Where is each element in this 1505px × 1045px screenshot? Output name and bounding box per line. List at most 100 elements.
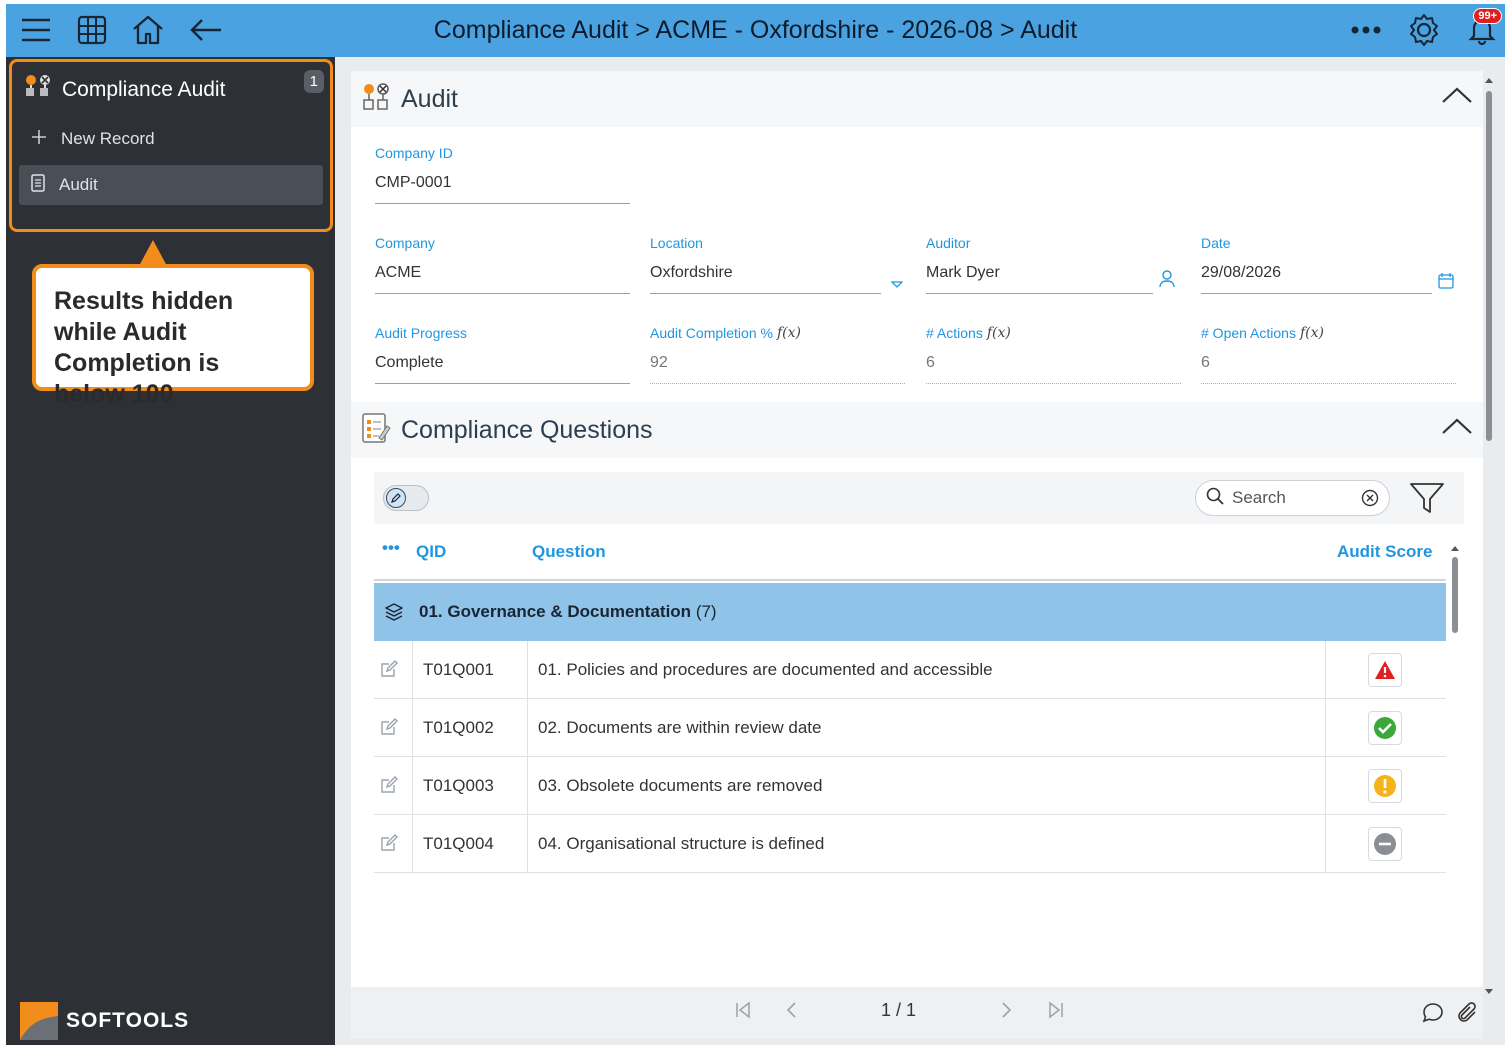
field-value[interactable]: CMP-0001 [375, 162, 630, 204]
top-bar: Compliance Audit > ACME - Oxfordshire - … [6, 4, 1505, 57]
app-name: Compliance Audit [62, 78, 226, 101]
next-page-icon[interactable] [1001, 1001, 1013, 1024]
audit-app-icon [24, 74, 52, 106]
search-icon [1206, 487, 1224, 510]
back-arrow-icon[interactable] [188, 12, 224, 48]
previous-page-icon[interactable] [785, 1001, 797, 1024]
home-icon[interactable] [130, 12, 166, 48]
field-label: Company [375, 235, 435, 251]
collapse-chevron-icon[interactable] [1441, 416, 1473, 444]
edit-row-icon[interactable] [380, 718, 398, 741]
audit-progress-field[interactable]: Audit Progress Complete [375, 324, 630, 384]
app-title[interactable]: Compliance Audit [24, 74, 225, 106]
date-field[interactable]: Date 29/08/2026 [1201, 234, 1454, 294]
search-input[interactable]: Search [1195, 480, 1390, 516]
field-value[interactable]: Complete [375, 342, 630, 384]
search-placeholder: Search [1232, 488, 1286, 507]
main-content: Audit Company ID CMP-0001 Company ACME L… [335, 57, 1505, 1045]
sidebar-item-label: Audit [59, 175, 98, 194]
calendar-icon[interactable] [1438, 264, 1454, 306]
comment-icon[interactable] [1421, 1001, 1445, 1030]
company-id-field[interactable]: Company ID CMP-0001 [375, 144, 630, 204]
edit-row-icon[interactable] [380, 834, 398, 857]
date-input[interactable]: 29/08/2026 [1201, 252, 1454, 294]
cell-qid: T01Q001 [412, 641, 528, 699]
first-page-icon[interactable] [735, 1001, 751, 1024]
grid-scrollbar[interactable] [1450, 545, 1460, 635]
more-icon[interactable] [1348, 12, 1384, 48]
record-count-badge: 1 [303, 70, 324, 93]
exclamation-amber-icon[interactable] [1368, 769, 1402, 803]
filter-icon[interactable] [1409, 482, 1445, 519]
page-scrollbar[interactable] [1485, 77, 1493, 997]
formula-icon: f(x) [986, 325, 1011, 341]
questions-section-title: Compliance Questions [401, 415, 653, 444]
sidebar-item-new-record[interactable]: New Record [19, 119, 323, 159]
table-row[interactable]: T01Q001 01. Policies and procedures are … [374, 641, 1446, 699]
callout-pointer [139, 240, 167, 266]
location-field[interactable]: Location Oxfordshire [650, 234, 904, 294]
attachment-icon[interactable] [1457, 1001, 1479, 1030]
table-row[interactable]: T01Q004 04. Organisational structure is … [374, 815, 1446, 873]
gear-icon[interactable] [1406, 12, 1442, 48]
hamburger-icon[interactable] [18, 12, 54, 48]
column-header-audit-score[interactable]: Audit Score [1337, 542, 1432, 562]
audit-completion-field: Audit Completion % f(x) 92 [650, 324, 905, 384]
auditor-input[interactable]: Mark Dyer [926, 252, 1175, 294]
cell-question: 03. Obsolete documents are removed [528, 757, 1326, 815]
last-page-icon[interactable] [1048, 1001, 1064, 1024]
plus-icon [31, 129, 47, 150]
cell-qid: T01Q004 [412, 815, 528, 873]
location-select[interactable]: Oxfordshire [650, 252, 904, 294]
open-actions-field: # Open Actions f(x) 6 [1201, 324, 1456, 384]
edit-row-icon[interactable] [380, 776, 398, 799]
pencil-icon [386, 488, 406, 508]
grid-icon[interactable] [74, 12, 110, 48]
sidebar: Compliance Audit 1 New Record Audit Resu… [6, 57, 335, 1045]
minus-grey-icon[interactable] [1368, 827, 1402, 861]
clear-search-icon[interactable] [1361, 489, 1379, 512]
field-label: Company ID [375, 145, 453, 161]
questions-section-header[interactable]: Compliance Questions [351, 402, 1483, 458]
notification-badge: 99+ [1473, 8, 1502, 24]
edit-row-icon[interactable] [380, 660, 398, 683]
group-title: 01. Governance & Documentation (7) [419, 602, 717, 621]
audit-section-header[interactable]: Audit [351, 71, 1483, 127]
logo-text: SOFTOOLS [66, 1009, 190, 1032]
grid-toolbar: Search [374, 472, 1464, 524]
collapse-chevron-icon[interactable] [1441, 85, 1473, 113]
field-label: Audit Completion % f(x) [650, 325, 801, 341]
column-header-question[interactable]: Question [532, 542, 606, 562]
check-green-icon[interactable] [1368, 711, 1402, 745]
field-value: Oxfordshire [650, 264, 733, 281]
field-value: Mark Dyer [926, 264, 1000, 281]
table-row[interactable]: T01Q002 02. Documents are within review … [374, 699, 1446, 757]
page-indicator: 1 / 1 [881, 1000, 917, 1020]
field-value: 92 [650, 342, 905, 384]
company-field[interactable]: Company ACME [375, 234, 630, 294]
group-count: (7) [695, 602, 717, 621]
table-row[interactable]: T01Q003 03. Obsolete documents are remov… [374, 757, 1446, 815]
auditor-field[interactable]: Auditor Mark Dyer [926, 234, 1175, 294]
dropdown-caret-icon[interactable] [890, 264, 904, 306]
field-value[interactable]: ACME [375, 252, 630, 294]
edit-mode-toggle[interactable] [383, 485, 429, 511]
group-row[interactable]: 01. Governance & Documentation (7) [374, 583, 1446, 641]
sidebar-item-label: New Record [61, 129, 155, 148]
column-options-icon[interactable]: ••• [382, 538, 400, 558]
grid-header: ••• QID Question Audit Score [374, 524, 1446, 581]
bell-icon[interactable]: 99+ [1464, 8, 1502, 48]
field-value: 29/08/2026 [1201, 264, 1282, 281]
person-icon[interactable] [1159, 263, 1175, 305]
warning-red-icon[interactable] [1368, 653, 1402, 687]
grid-footer: 1 / 1 [351, 987, 1483, 1039]
record-panel: Audit Company ID CMP-0001 Company ACME L… [351, 71, 1483, 987]
field-label: Auditor [926, 235, 971, 251]
audit-section-title: Audit [401, 84, 458, 113]
field-label: Audit Progress [375, 325, 467, 341]
sidebar-item-audit[interactable]: Audit [19, 165, 323, 205]
audit-section-icon [361, 82, 391, 117]
field-value: 6 [1201, 342, 1456, 384]
column-header-qid[interactable]: QID [416, 542, 446, 562]
callout-note: Results hidden while Audit Completion is… [32, 264, 314, 408]
